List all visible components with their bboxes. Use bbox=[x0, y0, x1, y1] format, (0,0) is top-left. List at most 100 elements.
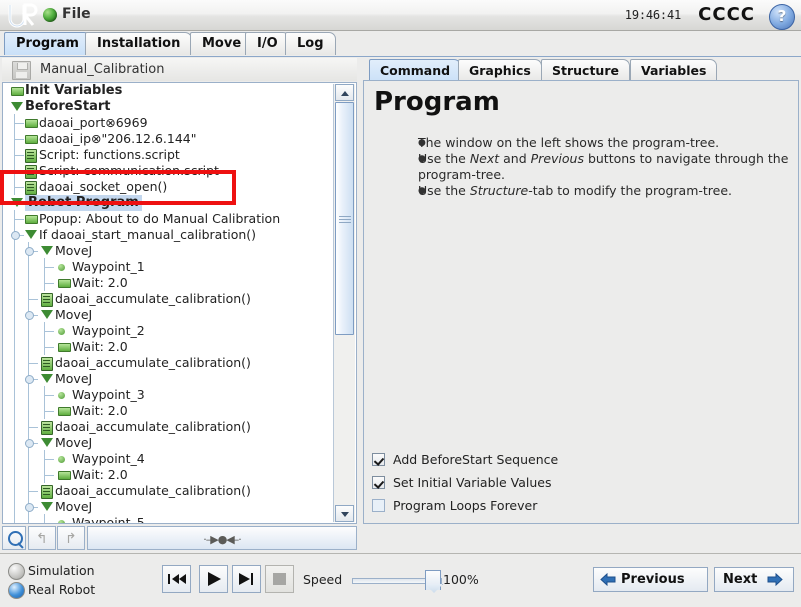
tree-row[interactable]: Script: functions.script bbox=[3, 146, 333, 163]
tab-log[interactable]: Log bbox=[285, 32, 336, 55]
tree-row[interactable]: MoveJ bbox=[3, 242, 333, 259]
scroll-down-button[interactable] bbox=[335, 505, 354, 522]
tree-elbow bbox=[28, 354, 38, 364]
next-button[interactable]: Next bbox=[714, 567, 794, 592]
speed-slider-knob[interactable] bbox=[425, 570, 441, 590]
tree-row[interactable]: Waypoint_1 bbox=[3, 258, 333, 275]
previous-button[interactable]: Previous bbox=[593, 567, 708, 592]
tree-row[interactable]: Script: communication.script bbox=[3, 162, 333, 179]
tree-row-label: Waypoint_3 bbox=[72, 387, 145, 402]
tree-row[interactable]: daoai_port⊗6969 bbox=[3, 114, 333, 131]
tree-guide-line bbox=[14, 419, 15, 435]
tree-vertical-scrollbar[interactable] bbox=[333, 84, 355, 522]
tree-row[interactable]: daoai_accumulate_calibration() bbox=[3, 290, 333, 307]
tree-row[interactable]: Waypoint_5 bbox=[3, 514, 333, 523]
tree-row[interactable]: Wait: 2.0 bbox=[3, 338, 333, 355]
checkbox-row-loops-forever[interactable]: Program Loops Forever bbox=[372, 494, 792, 517]
rewind-button[interactable] bbox=[162, 565, 191, 593]
script-file-icon bbox=[25, 165, 37, 179]
tab-command[interactable]: Command bbox=[369, 59, 462, 81]
tree-expand-handle[interactable] bbox=[25, 375, 34, 384]
tree-expand-handle[interactable] bbox=[25, 247, 34, 256]
clock-display: 19:46:41 bbox=[624, 8, 681, 22]
tree-row-label: daoai_accumulate_calibration() bbox=[55, 291, 251, 306]
program-tree-list[interactable]: Init Variables BeforeStart daoai_port⊗6969… bbox=[3, 83, 333, 523]
tree-row-label: daoai_socket_open() bbox=[39, 179, 168, 194]
tree-expand-handle[interactable] bbox=[25, 439, 34, 448]
checkbox-add-beforestart-sequence[interactable] bbox=[372, 453, 385, 466]
tab-variables[interactable]: Variables bbox=[630, 59, 718, 81]
tree-row[interactable]: MoveJ bbox=[3, 434, 333, 451]
tree-row[interactable]: Wait: 2.0 bbox=[3, 274, 333, 291]
tree-expand-handle[interactable] bbox=[25, 503, 34, 512]
tab-io[interactable]: I/O bbox=[245, 32, 290, 55]
search-icon[interactable] bbox=[2, 526, 26, 550]
main-tab-strip: Program Installation Move I/O Log bbox=[0, 31, 801, 57]
tree-row[interactable]: If daoai_start_manual_calibration() bbox=[3, 226, 333, 243]
tree-expand-handle[interactable] bbox=[25, 311, 34, 320]
play-button[interactable] bbox=[199, 565, 228, 593]
tree-guide-line bbox=[14, 243, 15, 259]
expand-triangle-icon bbox=[41, 246, 53, 255]
tree-elbow bbox=[44, 386, 54, 396]
save-disk-icon[interactable] bbox=[12, 61, 31, 80]
tree-guide-line bbox=[14, 387, 15, 403]
tree-guide-line bbox=[14, 323, 15, 339]
radio-simulation-label: Simulation bbox=[28, 563, 95, 578]
tree-row[interactable]: daoai_accumulate_calibration() bbox=[3, 482, 333, 499]
scroll-thumb[interactable] bbox=[335, 102, 354, 335]
tree-row[interactable]: daoai_socket_open() bbox=[3, 178, 333, 195]
tree-row[interactable]: Init Variables bbox=[3, 83, 333, 99]
tree-row[interactable]: daoai_ip⊗"206.12.6.144" bbox=[3, 130, 333, 147]
tree-row-label: BeforeStart bbox=[25, 99, 111, 114]
tree-elbow bbox=[44, 274, 54, 284]
script-file-icon bbox=[41, 293, 53, 307]
file-menu-button[interactable]: File bbox=[62, 6, 91, 22]
variable-bar-icon bbox=[11, 87, 24, 96]
tab-program[interactable]: Program bbox=[4, 32, 91, 55]
tree-row[interactable]: daoai_accumulate_calibration() bbox=[3, 418, 333, 435]
tree-row[interactable]: MoveJ bbox=[3, 370, 333, 387]
tree-row[interactable]: Waypoint_4 bbox=[3, 450, 333, 467]
tree-row[interactable]: Robot Program bbox=[3, 195, 333, 211]
scroll-up-button[interactable] bbox=[335, 84, 354, 101]
redo-arrow-icon[interactable]: ↱ bbox=[57, 526, 85, 550]
tree-row[interactable]: Waypoint_3 bbox=[3, 386, 333, 403]
tab-graphics[interactable]: Graphics bbox=[458, 59, 542, 81]
tab-move[interactable]: Move bbox=[190, 32, 254, 55]
tree-row[interactable]: daoai_accumulate_calibration() bbox=[3, 354, 333, 371]
help-icon[interactable]: ? bbox=[769, 4, 795, 30]
script-lines bbox=[27, 168, 34, 169]
radio-simulation[interactable] bbox=[8, 563, 25, 580]
tree-row[interactable]: Popup: About to do Manual Calibration bbox=[3, 210, 333, 227]
bullet-text: and bbox=[499, 151, 531, 166]
tree-row[interactable]: Wait: 2.0 bbox=[3, 402, 333, 419]
radio-real-robot[interactable] bbox=[8, 582, 25, 599]
tab-installation[interactable]: Installation bbox=[85, 32, 193, 55]
tree-expand-handle[interactable] bbox=[11, 231, 20, 240]
step-button[interactable] bbox=[232, 565, 261, 593]
tree-row[interactable]: MoveJ bbox=[3, 306, 333, 323]
help-bullet-item: Use the Next and Previous buttons to nav… bbox=[418, 151, 794, 183]
checkbox-set-initial-variable-values[interactable] bbox=[372, 476, 385, 489]
tree-row[interactable]: MoveJ bbox=[3, 498, 333, 515]
undo-arrow-icon[interactable]: ↰ bbox=[28, 526, 56, 550]
tree-collapse-expand-bar[interactable]: ·–▶●◀–· bbox=[87, 526, 357, 550]
tree-elbow bbox=[44, 466, 54, 476]
stop-button[interactable] bbox=[265, 565, 294, 593]
checkbox-program-loops-forever[interactable] bbox=[372, 499, 385, 512]
speed-label: Speed bbox=[303, 572, 343, 587]
tree-row-label: Init Variables bbox=[25, 83, 123, 98]
tree-row[interactable]: Wait: 2.0 bbox=[3, 466, 333, 483]
tree-row-label: MoveJ bbox=[55, 435, 93, 450]
tree-guide-line bbox=[28, 451, 29, 467]
checkbox-row-before-start[interactable]: Add BeforeStart Sequence bbox=[372, 448, 792, 471]
tree-guide-line bbox=[14, 403, 15, 419]
emphasis-text: Next bbox=[469, 151, 500, 166]
tab-structure[interactable]: Structure bbox=[541, 59, 630, 81]
tree-guide-line bbox=[14, 435, 15, 451]
tree-row[interactable]: Waypoint_2 bbox=[3, 322, 333, 339]
status-badge: CCCC bbox=[698, 4, 755, 25]
tree-row[interactable]: BeforeStart bbox=[3, 99, 333, 115]
checkbox-row-initial-values[interactable]: Set Initial Variable Values bbox=[372, 471, 792, 494]
